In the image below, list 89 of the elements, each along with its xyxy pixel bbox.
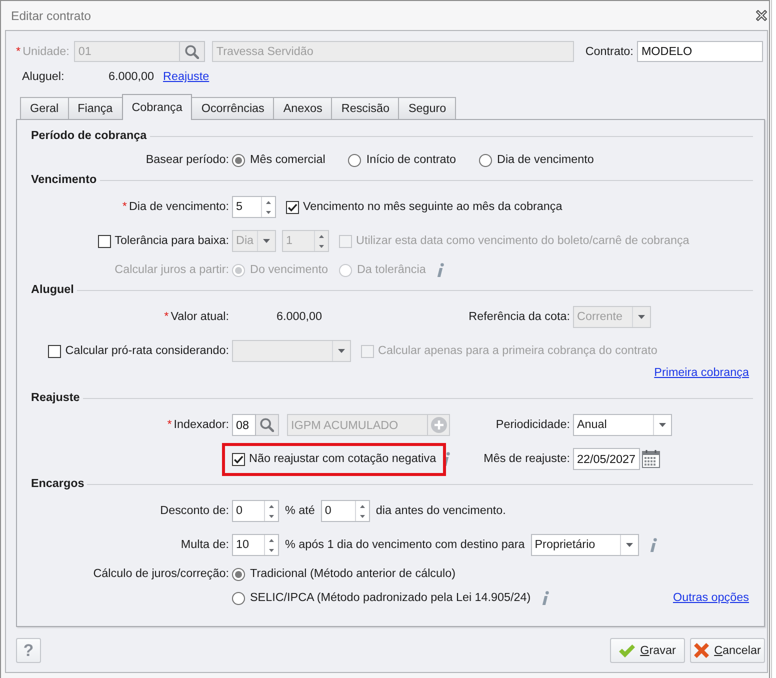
text-link[interactable]: Primeira cobrança: [654, 365, 749, 381]
tab[interactable]: Geral: [20, 97, 69, 119]
number-spinner[interactable]: 0: [232, 500, 279, 522]
tab[interactable]: Rescisão: [331, 97, 400, 119]
field-label: Desconto de:: [160, 503, 229, 519]
text-field[interactable]: MODELO: [637, 41, 764, 62]
field-label: Unidade:: [22, 44, 70, 60]
tab[interactable]: Cobrança: [122, 94, 192, 120]
number-spinner[interactable]: 5: [232, 196, 276, 218]
radio-option[interactable]: Tradicional (Método anterior de cálculo): [232, 566, 456, 582]
field-label: Periodicidade:: [496, 418, 570, 431]
radio-icon[interactable]: [232, 592, 245, 604]
calendar-icon[interactable]: [642, 450, 660, 468]
number-spinner[interactable]: 0: [320, 500, 370, 522]
section-title: Reajuste: [31, 390, 80, 406]
radio-option[interactable]: Dia de vencimento: [479, 152, 594, 168]
checkbox-option[interactable]: Vencimento no mês seguinte ao mês da cobrança: [286, 199, 562, 215]
field-label: Cálculo de juros/correção:: [93, 566, 229, 582]
checkbox-option[interactable]: Não reajustar com cotação negativa: [232, 451, 436, 467]
search-icon: [185, 44, 200, 58]
plus-circle-icon: [430, 417, 446, 433]
checkbox-icon[interactable]: [98, 234, 111, 248]
section-title: Período de cobrança: [31, 128, 147, 144]
dropdown-arrow-icon: [659, 423, 666, 427]
field-label: Multa de:: [180, 537, 229, 553]
field-label: Valor atual:: [170, 309, 229, 325]
tab[interactable]: Fiança: [68, 97, 123, 119]
field-label: Referência da cota:: [468, 310, 570, 323]
dropdown[interactable]: Proprietário: [530, 534, 639, 556]
search-button[interactable]: [180, 41, 206, 62]
field-label: Contrato:: [585, 44, 634, 60]
value-text: 6.000,00: [108, 69, 154, 85]
field-label: Indexador:: [174, 417, 229, 433]
dropdown[interactable]: Anual: [573, 414, 672, 436]
info-icon[interactable]: [436, 263, 444, 277]
section-title: Encargos: [31, 476, 84, 492]
info-icon[interactable]: [540, 591, 549, 605]
text-link[interactable]: Outras opções: [672, 590, 749, 606]
date-field[interactable]: 22/05/2027: [573, 448, 640, 470]
code-field[interactable]: 08: [232, 414, 256, 436]
required-mark: *: [16, 44, 21, 60]
radio-option[interactable]: Mês comercial: [232, 152, 326, 168]
radio-icon[interactable]: [348, 154, 362, 166]
field-text: % até: [285, 503, 315, 519]
field-label: Basear período:: [146, 152, 229, 168]
radio-option[interactable]: SELIC/IPCA (Método padronizado pela Lei 14.905/24): [232, 590, 531, 606]
cross-icon: [694, 643, 710, 658]
dropdown-arrow-icon: [263, 239, 270, 243]
checkbox-option[interactable]: Calcular pró-rata considerando:: [48, 343, 229, 359]
radio-option[interactable]: Início de contrato: [348, 152, 456, 168]
checkbox-icon[interactable]: [48, 344, 62, 358]
check-icon: [619, 644, 636, 658]
radio-icon[interactable]: [479, 154, 492, 166]
cancel-button[interactable]: Cancelar: [690, 638, 765, 663]
required-mark: *: [164, 309, 169, 325]
required-mark: *: [122, 199, 127, 215]
checkbox-option[interactable]: Tolerância para baixa:: [98, 233, 229, 249]
spinner-arrows-icon[interactable]: [266, 200, 271, 214]
close-icon[interactable]: [756, 10, 767, 21]
number-spinner[interactable]: 10: [232, 534, 279, 556]
field-label: Calcular juros a partir:: [114, 262, 229, 278]
window-title: Editar contrato: [11, 8, 91, 24]
checkbox-icon[interactable]: [286, 200, 299, 214]
info-icon[interactable]: [648, 538, 657, 552]
spinner-arrows-icon[interactable]: [269, 538, 274, 552]
tab[interactable]: Seguro: [398, 97, 456, 119]
radio-icon[interactable]: [232, 154, 245, 166]
spinner-arrows-icon[interactable]: [360, 504, 365, 518]
section-title: Vencimento: [31, 172, 97, 188]
checkbox-icon[interactable]: [232, 452, 245, 466]
dropdown-arrow-icon: [338, 349, 345, 353]
dropdown-arrow-icon: [638, 315, 645, 319]
radio-icon[interactable]: [232, 568, 245, 580]
spinner-arrows-icon[interactable]: [269, 504, 274, 518]
search-icon: [260, 418, 274, 432]
value-text: 6.000,00: [276, 309, 322, 325]
search-button[interactable]: [256, 414, 279, 436]
dropdown-arrow-icon: [626, 543, 633, 547]
tab[interactable]: Anexos: [273, 97, 332, 119]
field-text: dia antes do vencimento.: [376, 503, 506, 519]
field-text: % após 1 dia do vencimento com destino para: [285, 537, 525, 553]
field-label: Dia de vencimento:: [128, 199, 229, 215]
field-label: Mês de reajuste:: [484, 452, 570, 465]
section-title: Aluguel: [31, 282, 74, 298]
text-link[interactable]: Reajuste: [163, 69, 210, 85]
tab[interactable]: Ocorrências: [191, 97, 274, 119]
field-label: Aluguel:: [22, 69, 66, 85]
required-mark: *: [167, 417, 172, 433]
save-button[interactable]: Gravar: [610, 638, 685, 663]
